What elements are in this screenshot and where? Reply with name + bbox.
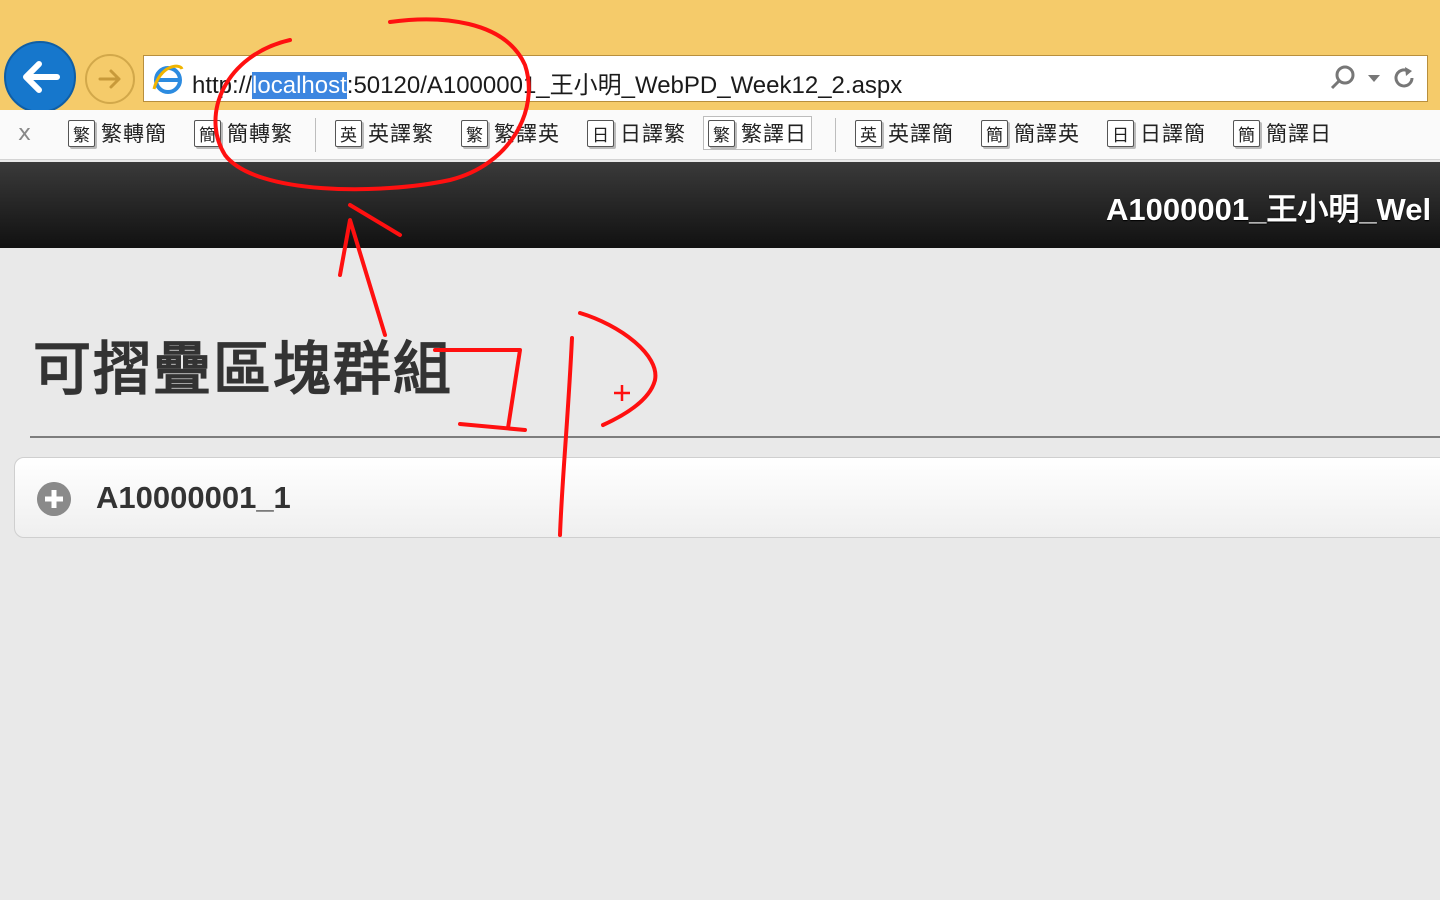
forward-button[interactable] [85,54,135,104]
address-bar[interactable]: http://localhost:50120/A1000001_王小明_WebP… [143,55,1428,102]
url-selected-text: localhost [252,72,347,99]
translate-button[interactable]: 繁 繁譯日 [703,116,812,150]
translate-button-label: 簡譯日 [1266,122,1332,146]
url-prefix: http:// [192,72,253,99]
translate-glyph-icon: 英 [335,119,362,147]
collapsible-header[interactable]: A10000001_1 [14,457,1440,538]
heading-divider [30,436,1440,438]
toolbar-separator [835,118,836,152]
back-button[interactable] [4,41,76,113]
browser-chrome: http://localhost:50120/A1000001_王小明_WebP… [0,0,1440,113]
translate-button-label: 英譯繁 [368,122,434,146]
ie-logo-icon [152,64,184,94]
translate-button-label: 繁譯日 [741,122,807,146]
annotation-mark-p-bowl [578,311,658,427]
translate-button[interactable]: 日 日譯繁 [583,116,690,150]
translate-glyph-icon: 日 [1107,119,1134,147]
translate-button-label: 繁轉簡 [101,122,167,146]
translate-glyph-icon: 英 [855,119,882,147]
translate-glyph-icon: 日 [587,119,614,147]
translate-button[interactable]: 繁 繁轉簡 [64,116,171,150]
translate-button-label: 繁譯英 [494,122,560,146]
translate-button[interactable]: 繁 繁譯英 [457,116,564,150]
refresh-icon[interactable] [1391,65,1417,91]
translate-button-label: 簡轉繁 [227,122,293,146]
translate-button[interactable]: 簡 簡轉繁 [190,116,297,150]
url-suffix: :50120/A1000001_王小明_WebPD_Week12_2.aspx [346,72,903,99]
translate-button[interactable]: 英 英譯簡 [851,116,958,150]
translate-glyph-icon: 繁 [68,119,95,147]
site-title: A1000001_王小明_Wel [1106,192,1432,227]
chevron-down-icon[interactable] [1367,71,1381,85]
search-icon[interactable] [1329,64,1357,92]
translate-glyph-icon: 簡 [1233,119,1260,147]
arrow-right-icon [98,69,121,89]
page-title: 可摺疊區塊群組 [33,335,454,403]
translate-glyph-icon: 繁 [461,119,488,147]
translate-button-label: 日譯繁 [620,122,686,146]
arrow-left-icon [23,61,60,93]
translate-button-label: 英譯簡 [888,122,954,146]
translate-button[interactable]: 簡 簡譯日 [1229,116,1336,150]
translate-glyph-icon: 簡 [981,119,1008,147]
translate-glyph-icon: 繁 [708,119,735,147]
translate-button-label: 簡譯英 [1014,122,1080,146]
translate-glyph-icon: 簡 [194,119,221,147]
translate-button-label: 日譯簡 [1140,122,1206,146]
translate-button[interactable]: 日 日譯簡 [1103,116,1210,150]
translate-button[interactable]: 英 英譯繁 [331,116,438,150]
translate-button[interactable]: 簡 簡譯英 [977,116,1084,150]
collapsible-title: A10000001_1 [96,480,291,515]
site-header: A1000001_王小明_Wel [0,162,1440,248]
url-text[interactable]: http://localhost:50120/A1000001_王小明_WebP… [192,65,902,100]
toolbar-separator [315,118,316,152]
toolbar-close-button[interactable]: x [18,121,31,146]
plus-icon [37,482,71,516]
translate-toolbar: x 繁 繁轉簡 簡 簡轉繁 英 英譯繁 繁 繁譯英 日 日譯繁 繁 繁譯日 英 … [0,110,1440,160]
